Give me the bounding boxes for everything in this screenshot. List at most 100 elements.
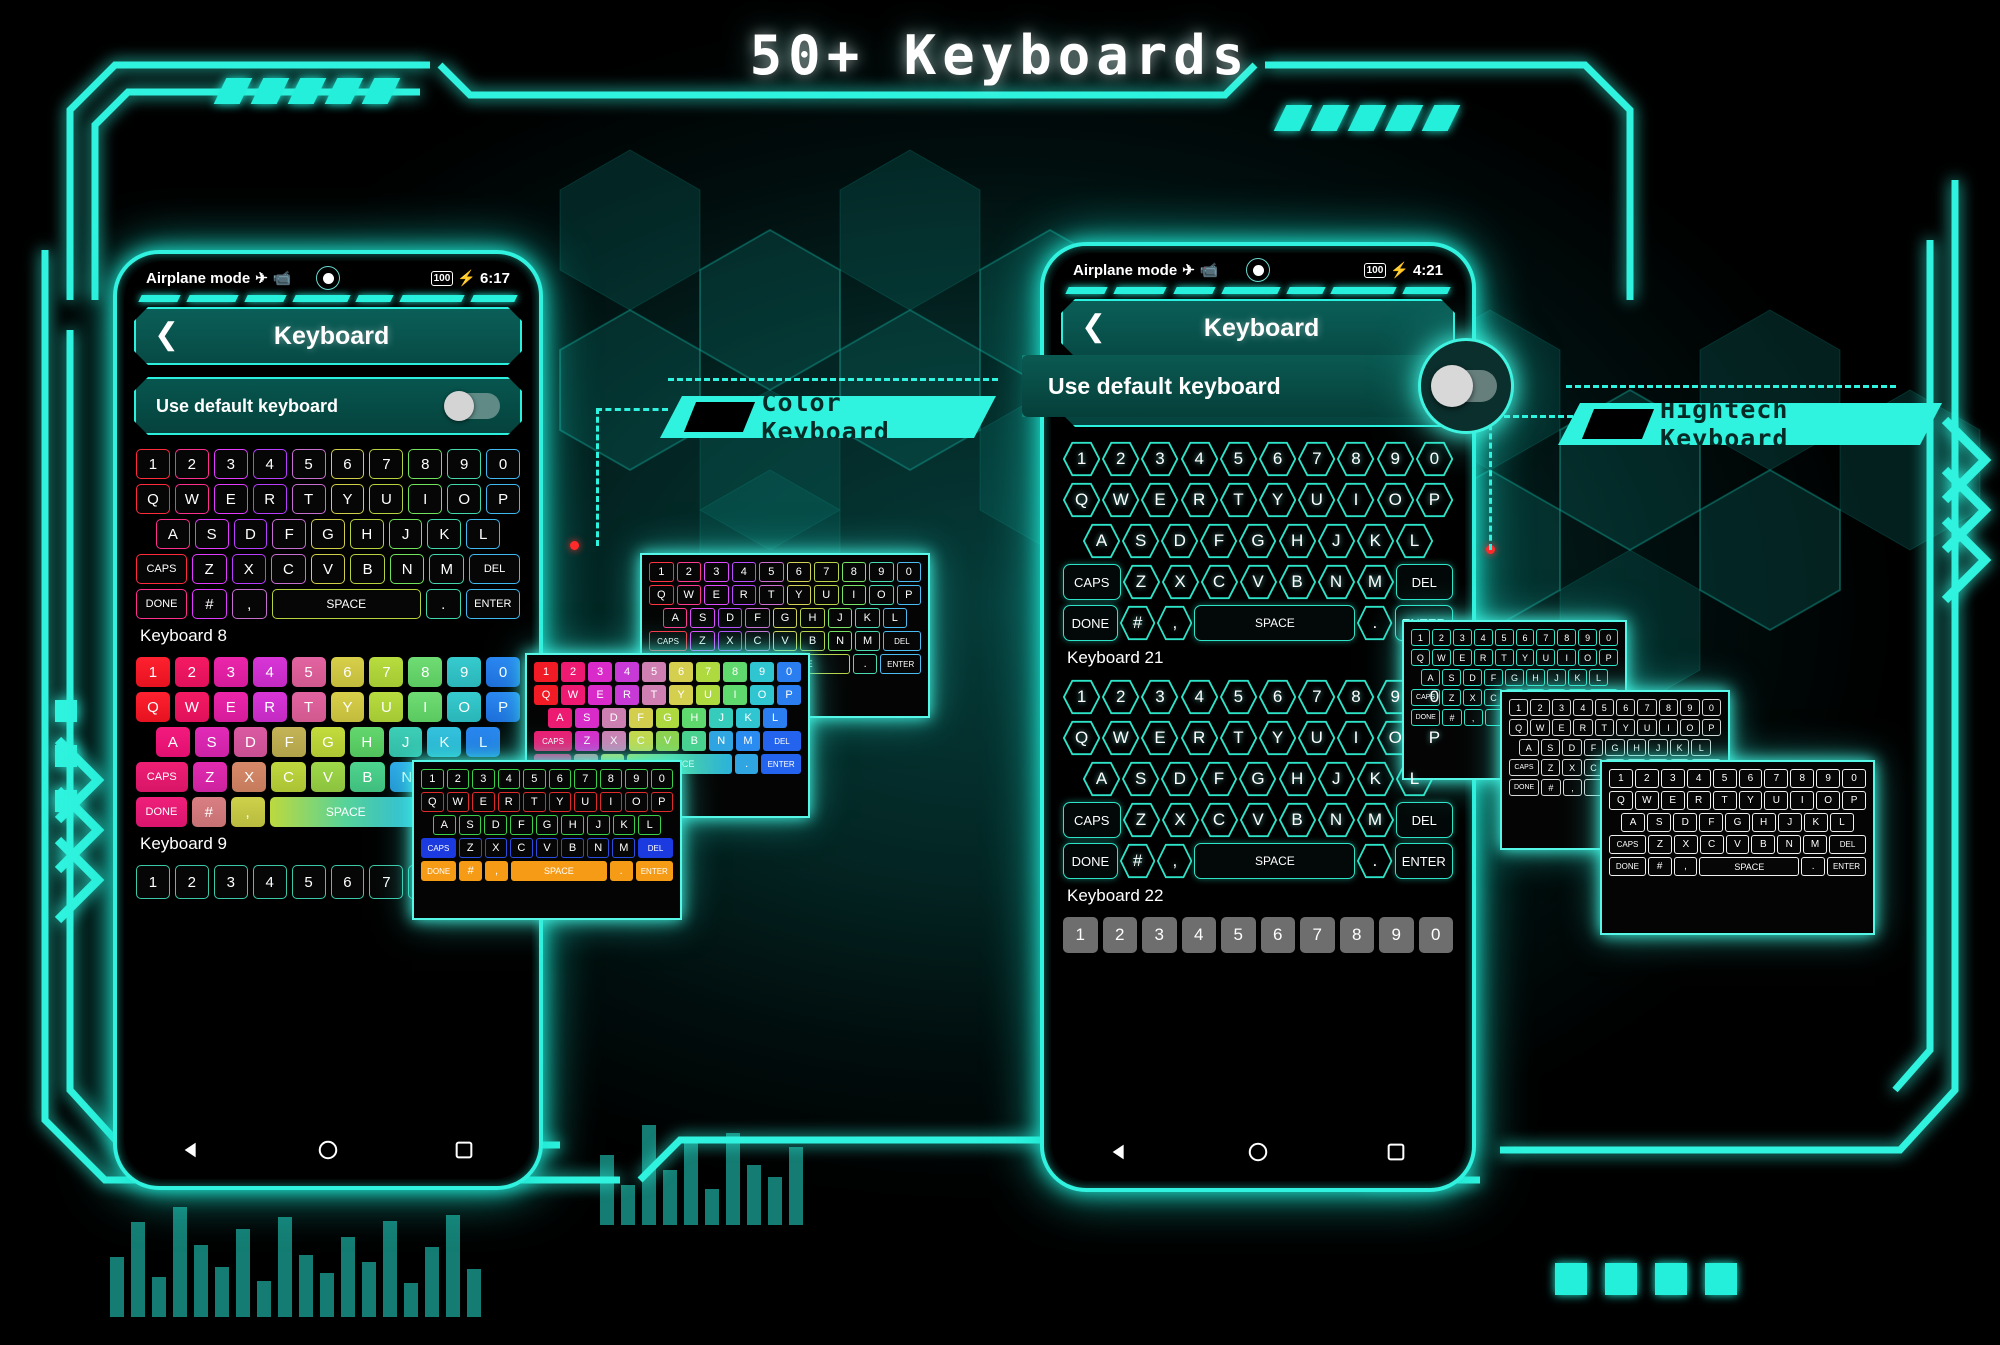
key-P[interactable]: P bbox=[1599, 649, 1619, 666]
key-X[interactable]: X bbox=[231, 554, 267, 584]
key-K[interactable]: K bbox=[1356, 523, 1394, 559]
key-I[interactable]: I bbox=[1557, 649, 1577, 666]
key-A[interactable]: A bbox=[1621, 813, 1646, 832]
key-N[interactable]: N bbox=[827, 631, 853, 651]
key-Z[interactable]: Z bbox=[192, 762, 227, 792]
key-2[interactable]: 2 bbox=[1102, 441, 1140, 477]
key-D[interactable]: D bbox=[233, 519, 268, 549]
key-period[interactable]: . bbox=[852, 654, 878, 674]
key-hash[interactable]: # bbox=[191, 797, 226, 827]
key-R[interactable]: R bbox=[252, 484, 287, 514]
key-SPACE[interactable]: SPACE bbox=[269, 797, 422, 827]
key-U[interactable]: U bbox=[1298, 720, 1336, 756]
key-period[interactable]: . bbox=[425, 589, 461, 619]
magnified-toggle[interactable] bbox=[1431, 365, 1497, 407]
key-T[interactable]: T bbox=[642, 685, 666, 705]
key-5[interactable]: 5 bbox=[1219, 679, 1257, 715]
key-CAPS[interactable]: CAPS bbox=[1063, 564, 1121, 600]
key-W[interactable]: W bbox=[1102, 482, 1140, 518]
key-3[interactable]: 3 bbox=[472, 769, 495, 789]
square-recents-icon[interactable] bbox=[1385, 1141, 1407, 1163]
square-recents-icon[interactable] bbox=[453, 1139, 475, 1161]
key-G[interactable]: G bbox=[535, 815, 559, 835]
key-L[interactable]: L bbox=[1829, 813, 1854, 832]
key-3[interactable]: 3 bbox=[213, 449, 248, 479]
key-T[interactable]: T bbox=[1219, 720, 1257, 756]
key-6[interactable]: 6 bbox=[1738, 769, 1763, 788]
key-7[interactable]: 7 bbox=[696, 662, 720, 682]
key-S[interactable]: S bbox=[194, 727, 229, 757]
key-5[interactable]: 5 bbox=[291, 657, 326, 687]
key-comma[interactable]: , bbox=[1157, 843, 1193, 879]
key-A[interactable]: A bbox=[1083, 523, 1121, 559]
key-6[interactable]: 6 bbox=[330, 865, 365, 899]
key-ENTER[interactable]: ENTER bbox=[761, 754, 801, 774]
key-V[interactable]: V bbox=[310, 554, 346, 584]
key-1[interactable]: 1 bbox=[1410, 629, 1430, 646]
key-period[interactable]: . bbox=[734, 754, 759, 774]
key-B[interactable]: B bbox=[800, 631, 825, 651]
key-D[interactable]: D bbox=[484, 815, 507, 835]
key-O[interactable]: O bbox=[1376, 482, 1414, 518]
key-Y[interactable]: Y bbox=[1259, 720, 1297, 756]
key-5[interactable]: 5 bbox=[1219, 441, 1257, 477]
back-chevron-icon[interactable]: ❮ bbox=[136, 317, 197, 356]
key-H[interactable]: H bbox=[1526, 669, 1545, 686]
key-R[interactable]: R bbox=[497, 792, 520, 812]
key-hash[interactable]: # bbox=[1119, 605, 1156, 641]
key-G[interactable]: G bbox=[311, 519, 345, 549]
key-Z[interactable]: Z bbox=[1122, 564, 1160, 600]
key-Y[interactable]: Y bbox=[330, 484, 365, 514]
key-B[interactable]: B bbox=[1278, 564, 1316, 600]
key-DONE[interactable]: DONE bbox=[421, 861, 457, 881]
key-0[interactable]: 0 bbox=[1701, 699, 1722, 716]
key-M[interactable]: M bbox=[736, 731, 760, 751]
key-M[interactable]: M bbox=[429, 554, 465, 584]
key-DONE[interactable]: DONE bbox=[1063, 605, 1118, 641]
key-L[interactable]: L bbox=[882, 608, 907, 628]
key-H[interactable]: H bbox=[561, 815, 585, 835]
key-P[interactable]: P bbox=[777, 685, 801, 705]
key-A[interactable]: A bbox=[663, 608, 688, 628]
mini-keyboard-dark-neon[interactable]: 1 2 3 4 5 6 7 8 9 0 Q W E R T Y U I O P … bbox=[420, 769, 674, 881]
key-0[interactable]: 0 bbox=[1415, 441, 1454, 477]
key-X[interactable]: X bbox=[1562, 759, 1582, 776]
key-M[interactable]: M bbox=[1803, 835, 1827, 854]
key-B[interactable]: B bbox=[350, 762, 385, 792]
key-DEL[interactable]: DEL bbox=[1395, 802, 1453, 838]
key-K[interactable]: K bbox=[1568, 669, 1587, 686]
key-DEL[interactable]: DEL bbox=[469, 554, 520, 584]
key-4[interactable]: 4 bbox=[615, 662, 639, 682]
key-3[interactable]: 3 bbox=[1141, 441, 1179, 477]
key-X[interactable]: X bbox=[1673, 835, 1698, 854]
key-P[interactable]: P bbox=[1415, 720, 1454, 756]
key-I[interactable]: I bbox=[1337, 482, 1375, 518]
key-Z[interactable]: Z bbox=[1122, 802, 1160, 838]
key-1[interactable]: 1 bbox=[1062, 679, 1101, 715]
key-ENTER[interactable]: ENTER bbox=[880, 654, 921, 674]
key-1[interactable]: 1 bbox=[1608, 769, 1633, 788]
key-X[interactable]: X bbox=[484, 838, 508, 858]
key-P[interactable]: P bbox=[1415, 482, 1454, 518]
key-7[interactable]: 7 bbox=[1298, 679, 1336, 715]
key-4[interactable]: 4 bbox=[497, 769, 520, 789]
key-9[interactable]: 9 bbox=[1816, 769, 1841, 788]
key-2[interactable]: 2 bbox=[1431, 629, 1451, 646]
key-4[interactable]: 4 bbox=[1573, 699, 1593, 716]
key-1[interactable]: 1 bbox=[135, 865, 170, 899]
key-F[interactable]: F bbox=[1200, 523, 1238, 559]
key-5[interactable]: 5 bbox=[1712, 769, 1737, 788]
key-4[interactable]: 4 bbox=[1473, 629, 1493, 646]
key-F[interactable]: F bbox=[272, 727, 307, 757]
key-I[interactable]: I bbox=[408, 692, 443, 722]
key-4[interactable]: 4 bbox=[1180, 679, 1218, 715]
key-7[interactable]: 7 bbox=[369, 449, 404, 479]
key-R[interactable]: R bbox=[731, 585, 756, 605]
key-DEL[interactable]: DEL bbox=[1395, 564, 1453, 600]
key-3[interactable]: 3 bbox=[1141, 679, 1179, 715]
key-F[interactable]: F bbox=[1200, 761, 1238, 797]
key-U[interactable]: U bbox=[369, 692, 404, 722]
key-5[interactable]: 5 bbox=[1221, 917, 1256, 953]
key-V[interactable]: V bbox=[1239, 564, 1277, 600]
key-DONE[interactable]: DONE bbox=[1609, 857, 1646, 876]
